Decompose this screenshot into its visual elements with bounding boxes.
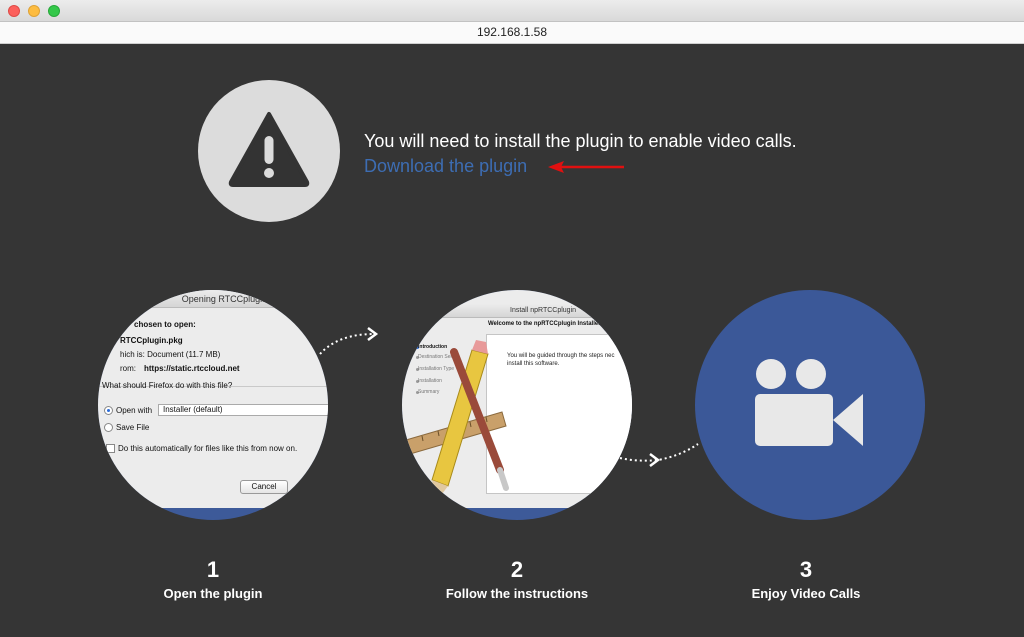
minimize-window-button[interactable] — [28, 5, 40, 17]
installer-dialog: Install npRTCCplugin Welcome to the npRT… — [402, 290, 632, 508]
file-name: RTCCplugin.pkg — [120, 336, 183, 345]
step1-number: 1 — [206, 557, 220, 582]
step2-illustration: Install npRTCCplugin Welcome to the npRT… — [402, 290, 632, 520]
maximize-window-button[interactable] — [48, 5, 60, 17]
video-camera-icon — [755, 359, 863, 446]
save-file-radio[interactable] — [104, 423, 113, 432]
step3-illustration — [695, 290, 925, 520]
window-titlebar — [0, 0, 1024, 22]
download-plugin-link[interactable]: Download the plugin — [364, 156, 527, 177]
open-with-select[interactable]: Installer (default) — [158, 404, 328, 416]
open-with-radio[interactable] — [104, 406, 113, 415]
step3-label: Enjoy Video Calls — [751, 586, 861, 601]
from-label: rom: — [120, 364, 136, 373]
warning-triangle-icon — [228, 112, 310, 187]
close-window-button[interactable] — [8, 5, 20, 17]
installer-body: You will be guided through the steps nec… — [507, 352, 615, 368]
warning-badge — [198, 80, 340, 222]
installer-body-line1: You will be guided through the steps nec — [507, 353, 615, 359]
auto-label: Do this automatically for files like thi… — [118, 444, 298, 453]
connector-arrow-2-icon — [619, 443, 699, 467]
firefox-question: What should Firefox do with this file? — [102, 381, 233, 390]
connector-arrow-1-icon — [319, 327, 379, 355]
step2-number: 2 — [510, 557, 524, 582]
cancel-button[interactable]: Cancel — [240, 480, 288, 494]
installer-body-line2: install this software. — [507, 361, 560, 367]
save-file-label: Save File — [116, 423, 150, 432]
firefox-open-dialog: Opening RTCCplugin.pkg chosen to open: R… — [98, 290, 328, 508]
red-arrow-icon — [548, 161, 624, 173]
pencil-ruler-icon — [405, 340, 509, 502]
open-with-label: Open with — [116, 406, 153, 415]
dialog-title: Opening RTCCplugin.pkg — [98, 290, 328, 308]
chosen-label: chosen to open: — [134, 320, 196, 329]
installer-title: Install npRTCCplugin — [402, 304, 632, 318]
plugin-required-message: You will need to install the plugin to e… — [364, 131, 797, 151]
step2-label: Follow the instructions — [445, 586, 589, 601]
file-type: hich is: Document (11.7 MB) — [120, 350, 221, 359]
from-value: https://static.rtccloud.net — [144, 364, 240, 373]
step1-label: Open the plugin — [163, 586, 263, 601]
step1-illustration: Opening RTCCplugin.pkg chosen to open: R… — [98, 290, 328, 520]
auto-checkbox[interactable] — [106, 444, 115, 453]
step3-number: 3 — [799, 557, 813, 582]
url-bar[interactable]: 192.168.1.58 — [0, 22, 1024, 44]
